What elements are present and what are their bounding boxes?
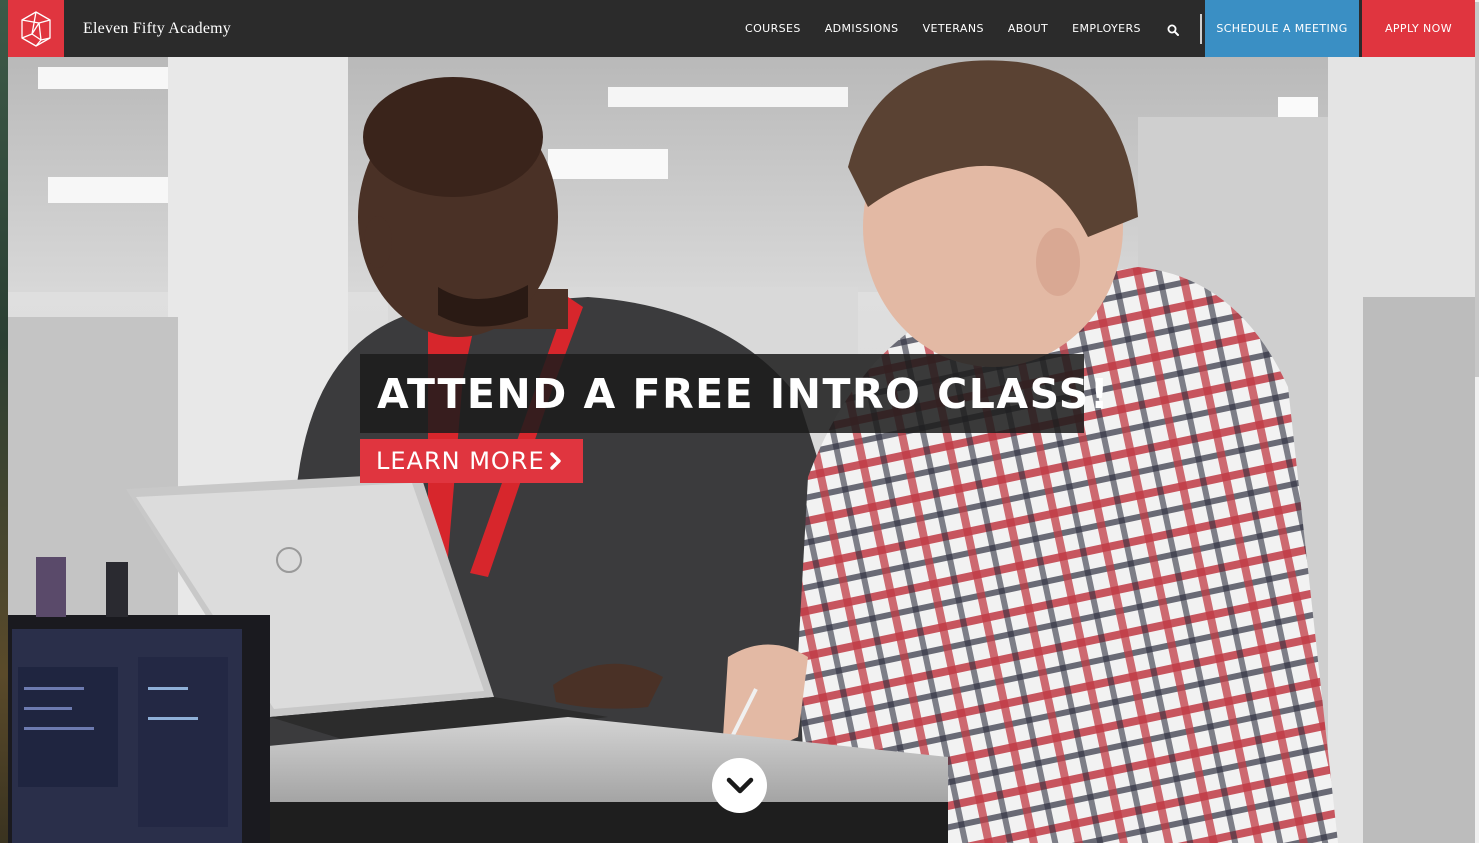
chevron-down-icon	[726, 777, 753, 793]
background-edge	[0, 0, 8, 843]
hero-photo	[8, 57, 1475, 843]
nav-employers[interactable]: EMPLOYERS	[1072, 22, 1141, 35]
nav-admissions[interactable]: ADMISSIONS	[825, 22, 899, 35]
header-divider	[1200, 14, 1202, 44]
nav-about[interactable]: ABOUT	[1008, 22, 1048, 35]
scroll-down-button[interactable]	[712, 758, 767, 813]
hero-headline: ATTEND A FREE INTRO CLASS!	[377, 369, 1111, 418]
nav-courses[interactable]: COURSES	[745, 22, 801, 35]
page: Eleven Fifty Academy COURSES ADMISSIONS …	[8, 0, 1475, 843]
nav-veterans[interactable]: VETERANS	[923, 22, 984, 35]
hero-section: ATTEND A FREE INTRO CLASS! LEARN MORE	[8, 57, 1475, 843]
logo[interactable]	[8, 0, 64, 57]
apply-now-button[interactable]: APPLY NOW	[1362, 0, 1475, 57]
learn-more-button[interactable]: LEARN MORE	[360, 439, 583, 483]
page-scrollbar[interactable]	[1475, 0, 1479, 843]
search-button[interactable]	[1161, 19, 1185, 41]
schedule-meeting-button[interactable]: SCHEDULE A MEETING	[1205, 0, 1359, 57]
site-header: Eleven Fifty Academy COURSES ADMISSIONS …	[8, 0, 1475, 57]
learn-more-label: LEARN MORE	[376, 447, 545, 475]
chevron-right-icon	[549, 452, 563, 470]
headline-banner: ATTEND A FREE INTRO CLASS!	[360, 354, 1109, 433]
scrollbar-thumb[interactable]	[1475, 2, 1479, 377]
brand-name[interactable]: Eleven Fifty Academy	[83, 20, 231, 38]
geometric-polygon-logo-icon	[21, 10, 51, 47]
main-nav: COURSES ADMISSIONS VETERANS ABOUT EMPLOY…	[745, 0, 1165, 57]
search-icon	[1167, 24, 1179, 36]
